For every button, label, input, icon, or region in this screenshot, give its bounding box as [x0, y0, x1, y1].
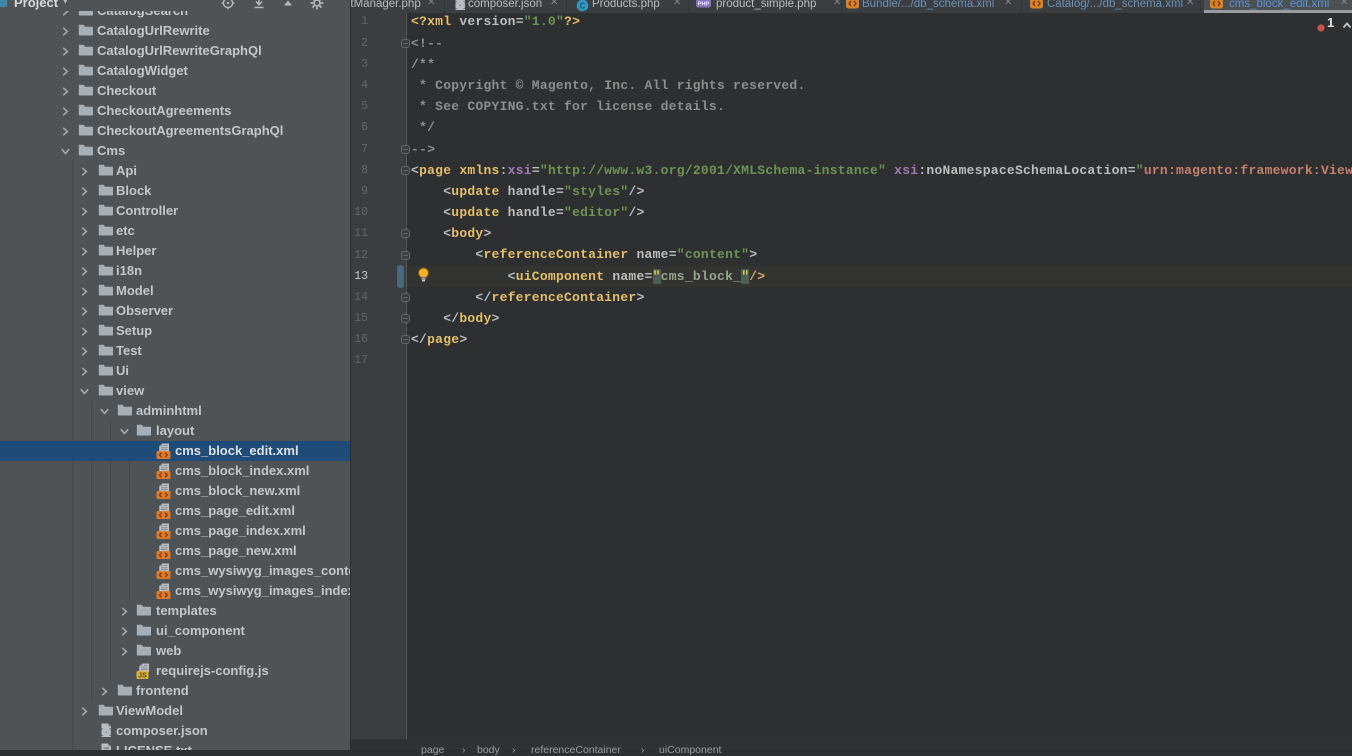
svg-text:C: C — [580, 1, 586, 10]
svg-text:{·}: {·} — [453, 1, 467, 10]
svg-text:{·}: {·} — [99, 728, 113, 737]
svg-text:JS: JS — [138, 673, 147, 680]
svg-text:PHP: PHP — [698, 1, 710, 7]
